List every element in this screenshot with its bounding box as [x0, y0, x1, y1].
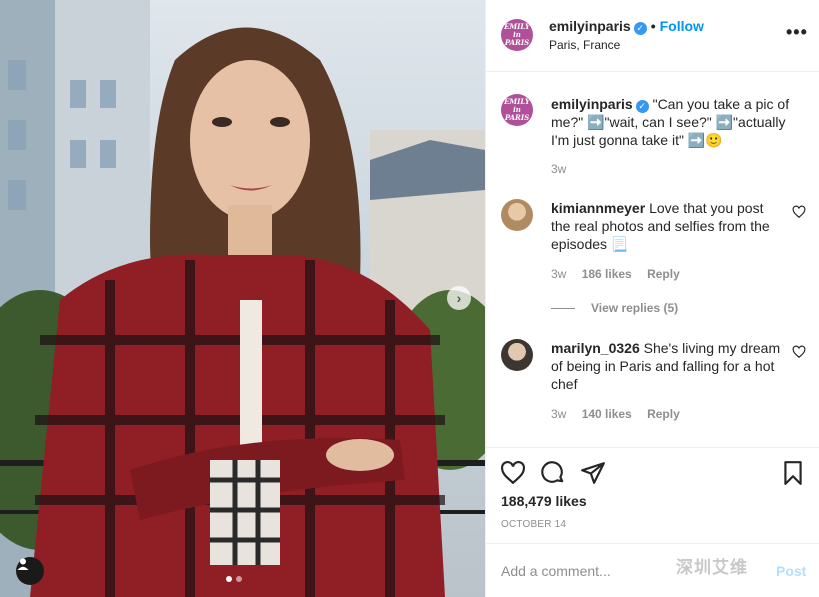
comment-time[interactable]: 3w [551, 267, 566, 281]
more-options-icon[interactable]: ••• [786, 22, 808, 43]
carousel-dot [236, 576, 242, 582]
post-header: EMILY in PARIS emilyinparis ✓ • Follow Pari… [486, 0, 819, 72]
view-replies-label: View replies (5) [591, 301, 679, 315]
photo-illustration [0, 0, 485, 597]
post-date[interactable]: OCTOBER 14 [501, 519, 566, 530]
replies-divider-line [551, 308, 575, 310]
comment-meta: 3w 186 likes Reply [551, 267, 692, 281]
post-details-panel: EMILY in PARIS emilyinparis ✓ • Follow Pari… [485, 0, 819, 597]
comment-like-heart-icon[interactable] [792, 205, 806, 219]
profile-avatar[interactable]: EMILY in PARIS [501, 19, 533, 51]
comment-time[interactable]: 3w [551, 407, 566, 421]
chevron-right-icon: › [456, 290, 462, 306]
caption-avatar[interactable]: EMILY in PARIS [501, 94, 533, 126]
comment-like-heart-icon[interactable] [792, 345, 806, 359]
separator-dot: • [650, 18, 656, 34]
heart-icon[interactable] [500, 460, 526, 486]
comment-meta: 3w 140 likes Reply [551, 407, 692, 421]
likes-count[interactable]: 188,479 likes [501, 493, 587, 509]
avatar-logo-text: EMILY in PARIS [504, 97, 530, 122]
view-replies-button[interactable]: View replies (5) [551, 301, 678, 315]
comment-likes[interactable]: 140 likes [582, 407, 632, 421]
verified-badge-icon: ✓ [635, 100, 649, 113]
comment-reply-button[interactable]: Reply [647, 407, 680, 421]
header-user-row: emilyinparis ✓ • Follow [549, 18, 704, 35]
comment-text: marilyn_0326 She's living my dream of be… [551, 339, 783, 393]
paper-plane-icon[interactable] [580, 460, 606, 486]
caption-timestamp[interactable]: 3w [551, 162, 566, 176]
commenter-avatar[interactable] [501, 339, 533, 371]
comment-username[interactable]: kimiannmeyer [551, 200, 645, 216]
carousel-indicator [226, 576, 242, 582]
carousel-dot-active [226, 576, 232, 582]
comment-bubble-icon[interactable] [540, 460, 566, 486]
user-tag-icon [17, 558, 29, 570]
commenter-avatar[interactable] [501, 199, 533, 231]
post-photo[interactable]: › [0, 0, 485, 597]
add-comment-bar: 深圳艾维 Post [486, 543, 819, 597]
post-location[interactable]: Paris, France [549, 38, 620, 52]
tagged-users-button[interactable] [16, 557, 44, 585]
follow-button[interactable]: Follow [660, 18, 704, 34]
caption-username[interactable]: emilyinparis [551, 96, 633, 112]
post-comment-button[interactable]: Post [776, 563, 806, 579]
avatar-logo-text: EMILY in PARIS [504, 22, 530, 47]
verified-badge-icon: ✓ [633, 22, 647, 35]
watermark-text: 深圳艾维 [676, 558, 748, 578]
bookmark-icon[interactable] [780, 460, 806, 486]
comment-text: kimiannmeyer Love that you post the real… [551, 199, 783, 253]
comment-reply-button[interactable]: Reply [647, 267, 680, 281]
caption-text: emilyinparis ✓ "Can you take a pic of me?… [551, 95, 806, 149]
header-username[interactable]: emilyinparis [549, 18, 631, 34]
comment-username[interactable]: marilyn_0326 [551, 340, 640, 356]
post-actions: 188,479 likes OCTOBER 14 [486, 447, 819, 543]
carousel-next-button[interactable]: › [447, 286, 471, 310]
comment-likes[interactable]: 186 likes [582, 267, 632, 281]
